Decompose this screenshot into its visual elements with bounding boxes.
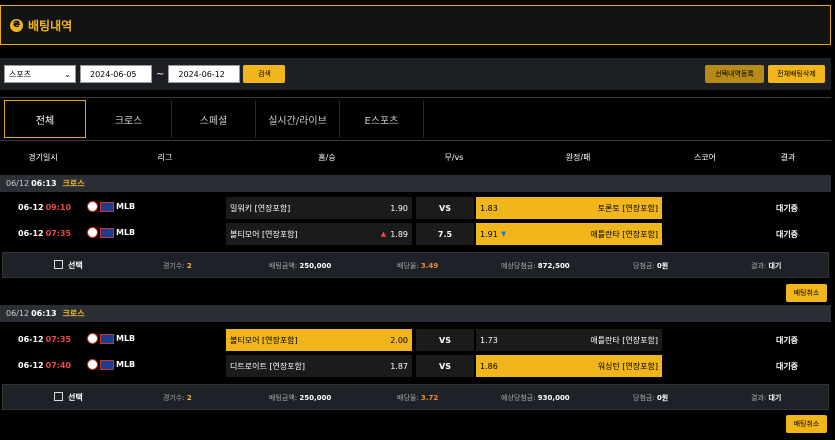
search-button[interactable]: 검색 xyxy=(243,65,286,83)
odds-rate: 배당율: 3.72 xyxy=(397,394,439,402)
bet-result: 대기중 xyxy=(775,362,799,371)
tab-live[interactable]: 실시간/라이브 xyxy=(256,100,340,138)
bet-group-header: 06/12 06:13 크로스 xyxy=(0,305,831,322)
baseball-icon xyxy=(87,227,98,238)
table-row: 06-12 07:35 MLB 볼티모어 [연장포함] ▲ 1.89 7.5 1.91… xyxy=(0,223,831,245)
mlb-logo-icon xyxy=(100,227,114,238)
col-draw: 무/vs xyxy=(444,153,464,162)
tab-all[interactable]: 전체 xyxy=(4,100,86,138)
col-home: 홈/승 xyxy=(318,153,336,162)
table-row: 06-12 07:40 MLB 디트로이트 [연장포함] 1.87 VS 1.86 워… xyxy=(0,355,831,377)
select-checkbox[interactable] xyxy=(54,392,63,401)
match-date: 06-12 07:40 xyxy=(18,361,72,370)
win-amount: 당첨금: 0원 xyxy=(633,262,669,270)
date-from-input[interactable]: 2024-06-05 xyxy=(80,65,152,83)
page-header: ₴ 배팅내역 xyxy=(0,5,831,45)
coin-icon: ₴ xyxy=(10,18,23,32)
bet-summary: 선택 경기수: 2 배팅금액: 250,000 배당율: 3.72 예상당첨금:… xyxy=(2,384,829,410)
match-count: 경기수: 2 xyxy=(163,262,192,270)
group-date: 06/12 xyxy=(6,179,30,188)
bet-amount: 배팅금액: 250,000 xyxy=(269,262,332,270)
match-date: 06-12 09:10 xyxy=(18,203,72,212)
group-type: 크로스 xyxy=(62,309,85,318)
page-title: 배팅내역 xyxy=(28,18,73,33)
select-checkbox[interactable] xyxy=(54,260,63,269)
bet-result: 대기중 xyxy=(775,230,799,239)
col-score: 스코어 xyxy=(693,153,717,162)
home-odds-cell[interactable]: 디트로이트 [연장포함] 1.87 xyxy=(226,355,412,377)
group-time: 06:13 xyxy=(31,309,57,318)
match-date: 06-12 07:35 xyxy=(18,229,72,238)
sport-select-value: 스포츠 xyxy=(9,69,32,79)
col-date: 경기일시 xyxy=(28,153,58,162)
cancel-bet-button[interactable]: 배팅취소 xyxy=(786,415,827,433)
table-header: 경기일시 리그 홈/승 무/vs 원정/패 스코어 결과 xyxy=(0,147,831,168)
select-label: 선택 xyxy=(68,261,83,270)
home-odds-cell[interactable]: 밀워키 [연장포함] 1.90 xyxy=(226,197,412,219)
bet-group-header: 06/12 06:13 크로스 xyxy=(0,175,831,192)
bet-result: 대기중 xyxy=(775,204,799,213)
league: MLB xyxy=(87,359,135,370)
group-date: 06/12 xyxy=(6,309,30,318)
mlb-logo-icon xyxy=(100,333,114,344)
date-separator: ~ xyxy=(156,68,165,80)
baseball-icon xyxy=(87,359,98,370)
bet-result: 대기중 xyxy=(775,336,799,345)
delete-all-bets-button[interactable]: 전체배팅삭제 xyxy=(768,65,825,83)
league: MLB xyxy=(87,227,135,238)
col-away: 원정/패 xyxy=(565,153,591,162)
date-to-input[interactable]: 2024-06-12 xyxy=(168,65,241,83)
home-odds-cell[interactable]: 볼티모어 [연장포함] 2.00 xyxy=(226,329,412,351)
summary-result: 결과: 대기 xyxy=(751,262,782,270)
away-odds-cell[interactable]: 1.86 워싱턴 [연장포함] xyxy=(476,355,662,377)
group-type: 크로스 xyxy=(62,179,85,188)
chevron-down-icon: ⌄ xyxy=(64,69,71,79)
league: MLB xyxy=(87,201,135,212)
mlb-logo-icon xyxy=(100,359,114,370)
match-count: 경기수: 2 xyxy=(163,394,192,402)
away-odds-cell[interactable]: 1.73 애틀란타 [연장포함] xyxy=(476,329,662,351)
group-time: 06:13 xyxy=(31,179,57,188)
select-label: 선택 xyxy=(68,393,83,402)
sport-select[interactable]: 스포츠 ⌄ xyxy=(4,65,76,83)
baseball-icon xyxy=(87,201,98,212)
expected-win: 예상당첨금: 930,000 xyxy=(501,394,570,402)
cancel-bet-button[interactable]: 배팅취소 xyxy=(786,284,827,302)
league: MLB xyxy=(87,333,135,344)
win-amount: 당첨금: 0원 xyxy=(633,394,669,402)
mlb-logo-icon xyxy=(100,201,114,212)
tab-cross[interactable]: 크로스 xyxy=(86,100,172,138)
away-odds-cell[interactable]: 1.83 토론토 [연장포함] xyxy=(476,197,662,219)
baseball-icon xyxy=(87,333,98,344)
summary-result: 결과: 대기 xyxy=(751,394,782,402)
col-league: 리그 xyxy=(157,153,173,162)
tab-esports[interactable]: E스포츠 xyxy=(340,100,424,138)
tab-special[interactable]: 스페셜 xyxy=(172,100,256,138)
bet-amount: 배팅금액: 250,000 xyxy=(269,394,332,402)
odds-rate: 배당율: 3.49 xyxy=(397,262,439,270)
draw-cell[interactable]: VS xyxy=(416,329,474,351)
draw-cell[interactable]: 7.5 xyxy=(416,223,474,245)
match-date: 06-12 07:35 xyxy=(18,335,72,344)
table-row: 06-12 09:10 MLB 밀워키 [연장포함] 1.90 VS 1.83 토론토… xyxy=(0,197,831,219)
home-odds-cell[interactable]: 볼티모어 [연장포함] ▲ 1.89 xyxy=(226,223,412,245)
col-result: 결과 xyxy=(780,153,796,162)
draw-cell[interactable]: VS xyxy=(416,197,474,219)
filter-bar: 스포츠 ⌄ 2024-06-05 ~ 2024-06-12 검색 선택내역등록 … xyxy=(0,58,831,90)
draw-cell[interactable]: VS xyxy=(416,355,474,377)
away-odds-cell[interactable]: 1.91 ▼ 애틀란타 [연장포함] xyxy=(476,223,662,245)
odds-up-icon: ▲ xyxy=(380,230,387,238)
table-row: 06-12 07:35 MLB 볼티모어 [연장포함] 2.00 VS 1.73 애틀… xyxy=(0,329,831,351)
bet-summary: 선택 경기수: 2 배팅금액: 250,000 배당율: 3.49 예상당첨금:… xyxy=(2,252,829,278)
category-tabs: 전체 크로스 스페셜 실시간/라이브 E스포츠 xyxy=(0,97,831,141)
register-selected-button[interactable]: 선택내역등록 xyxy=(705,65,764,83)
expected-win: 예상당첨금: 872,500 xyxy=(501,262,570,270)
